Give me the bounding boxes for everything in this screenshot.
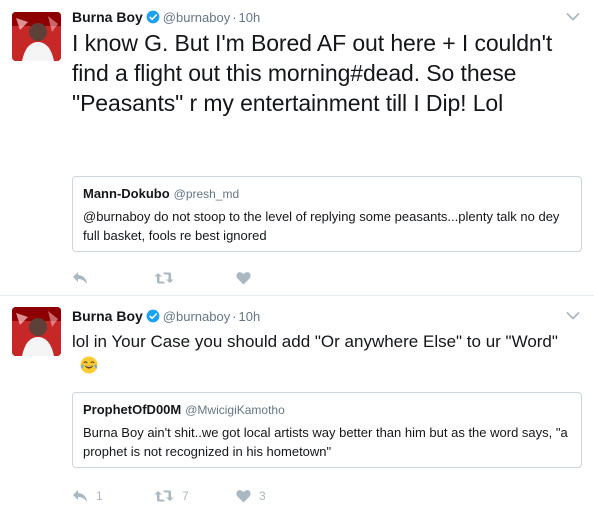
quoted-tweet[interactable]: ProphetOfD00M @MwicigiKamotho Burna Boy a… xyxy=(72,392,582,468)
reply-button[interactable] xyxy=(72,271,154,285)
chevron-down-icon[interactable] xyxy=(566,12,580,22)
quoted-display-name: ProphetOfD00M xyxy=(83,402,182,417)
quoted-tweet-header: ProphetOfD00M @MwicigiKamotho xyxy=(83,401,571,419)
retweet-icon xyxy=(154,272,174,284)
tweet: Burna Boy @burnaboy · 10h I know G. But I'm… xyxy=(0,0,594,296)
heart-icon xyxy=(236,272,251,285)
quoted-tweet-header: Mann-Dokubo @presh_md xyxy=(83,185,571,203)
tweet-header: Burna Boy @burnaboy · 10h xyxy=(72,8,260,26)
reply-button[interactable]: 1 xyxy=(72,489,154,503)
avatar[interactable] xyxy=(12,307,61,356)
reply-icon xyxy=(73,272,87,284)
tweet-text: lol in Your Case you should add "Or anyw… xyxy=(72,330,570,378)
tweet-text: I know G. But I'm Bored AF out here + I … xyxy=(72,30,553,116)
handle[interactable]: @burnaboy xyxy=(163,10,230,25)
chevron-down-icon[interactable] xyxy=(566,311,580,321)
tweet-header: Burna Boy @burnaboy · 10h xyxy=(72,307,260,325)
heart-icon xyxy=(236,490,251,503)
avatar[interactable] xyxy=(12,12,61,61)
retweet-button[interactable] xyxy=(154,271,236,285)
tweet-actions: 1 7 3 xyxy=(72,486,318,506)
separator-dot: · xyxy=(232,309,237,324)
tweet-actions xyxy=(72,268,318,288)
display-name[interactable]: Burna Boy xyxy=(72,9,143,25)
reply-icon xyxy=(73,490,87,502)
handle[interactable]: @burnaboy xyxy=(163,309,230,324)
retweet-icon xyxy=(154,490,174,502)
like-button[interactable] xyxy=(236,271,318,285)
display-name[interactable]: Burna Boy xyxy=(72,308,143,324)
verified-badge-icon xyxy=(146,10,160,24)
quoted-handle: @MwicigiKamotho xyxy=(185,403,285,417)
tweet-text-content: lol in Your Case you should add "Or anyw… xyxy=(72,332,558,351)
timestamp[interactable]: 10h xyxy=(239,309,261,324)
retweet-count: 7 xyxy=(182,489,189,503)
quoted-tweet[interactable]: Mann-Dokubo @presh_md @burnaboy do not st… xyxy=(72,176,582,252)
tweet: Burna Boy @burnaboy · 10h lol in Your Case … xyxy=(0,296,594,519)
quoted-tweet-text: Burna Boy ain't shit..we got local artis… xyxy=(83,425,568,459)
face-with-tears-of-joy-emoji xyxy=(80,356,98,374)
like-button[interactable]: 3 xyxy=(236,489,318,503)
like-count: 3 xyxy=(259,489,266,503)
timestamp[interactable]: 10h xyxy=(239,10,261,25)
reply-count: 1 xyxy=(96,489,103,503)
quoted-handle: @presh_md xyxy=(173,187,240,201)
verified-badge-icon xyxy=(146,309,160,323)
quoted-tweet-text: @burnaboy do not stoop to the level of r… xyxy=(83,209,560,243)
quoted-display-name: Mann-Dokubo xyxy=(83,186,170,201)
retweet-button[interactable]: 7 xyxy=(154,489,236,503)
separator-dot: · xyxy=(232,10,237,25)
